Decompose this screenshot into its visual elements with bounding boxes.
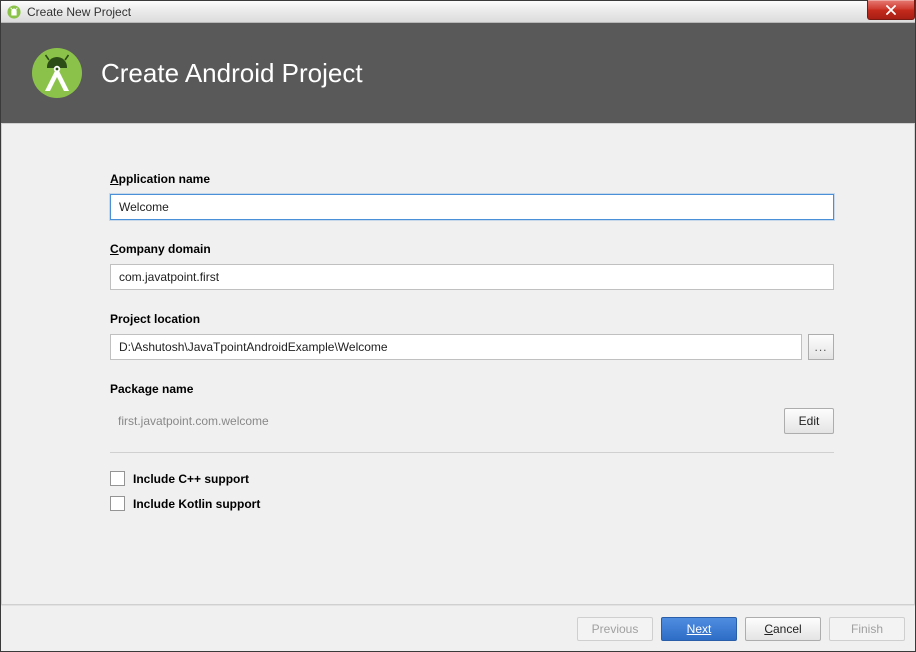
- finish-button: Finish: [829, 617, 905, 641]
- divider: [110, 452, 834, 453]
- window-title: Create New Project: [27, 5, 131, 19]
- close-button[interactable]: [867, 0, 915, 20]
- banner: Create Android Project: [1, 23, 915, 123]
- company-domain-group: Company domain: [110, 242, 834, 290]
- app-icon: [7, 5, 21, 19]
- kotlin-support-label: Include Kotlin support: [133, 497, 260, 511]
- browse-button[interactable]: ...: [808, 334, 834, 360]
- content-area: Application name Company domain Project …: [1, 123, 915, 605]
- kotlin-support-checkbox[interactable]: [110, 496, 125, 511]
- company-domain-label: Company domain: [110, 242, 834, 256]
- footer: Previous Next Cancel Finish: [1, 605, 915, 651]
- cancel-button[interactable]: Cancel: [745, 617, 821, 641]
- project-location-group: Project location ...: [110, 312, 834, 360]
- previous-button: Previous: [577, 617, 653, 641]
- application-name-label: Application name: [110, 172, 834, 186]
- application-name-input[interactable]: [110, 194, 834, 220]
- dialog-window: Create New Project Create Android Projec…: [0, 0, 916, 652]
- package-name-value: first.javatpoint.com.welcome: [110, 414, 269, 428]
- cpp-support-row[interactable]: Include C++ support: [110, 471, 834, 486]
- kotlin-support-row[interactable]: Include Kotlin support: [110, 496, 834, 511]
- edit-package-button[interactable]: Edit: [784, 408, 834, 434]
- cpp-support-label: Include C++ support: [133, 472, 249, 486]
- company-domain-input[interactable]: [110, 264, 834, 290]
- package-name-group: Package name first.javatpoint.com.welcom…: [110, 382, 834, 448]
- application-name-group: Application name: [110, 172, 834, 220]
- project-location-input[interactable]: [110, 334, 802, 360]
- close-icon: [885, 5, 897, 15]
- package-name-label: Package name: [110, 382, 834, 396]
- android-studio-icon: [31, 47, 83, 99]
- banner-title: Create Android Project: [101, 58, 363, 89]
- titlebar: Create New Project: [1, 1, 915, 23]
- cpp-support-checkbox[interactable]: [110, 471, 125, 486]
- next-button[interactable]: Next: [661, 617, 737, 641]
- project-location-label: Project location: [110, 312, 834, 326]
